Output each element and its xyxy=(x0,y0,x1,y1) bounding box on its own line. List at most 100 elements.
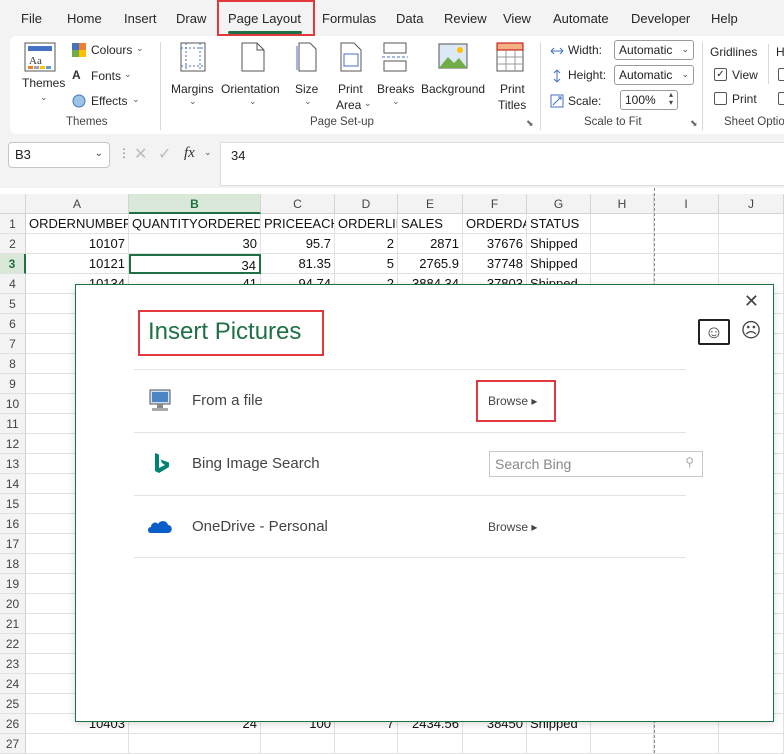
breaks-button[interactable]: Breaks ⌄ xyxy=(376,42,416,112)
row-header-12[interactable]: 12 xyxy=(0,434,26,454)
cell-b1[interactable]: QUANTITYORDERED xyxy=(129,214,261,234)
column-header-c[interactable]: C xyxy=(261,194,335,214)
column-header-b[interactable]: B xyxy=(129,194,261,214)
cell-a27[interactable] xyxy=(26,734,129,754)
row-header-15[interactable]: 15 xyxy=(0,494,26,514)
enter-icon[interactable]: ✓ xyxy=(158,144,171,164)
row-header-24[interactable]: 24 xyxy=(0,674,26,694)
close-button[interactable]: ✕ xyxy=(744,291,759,312)
background-button[interactable]: Background xyxy=(418,42,490,112)
row-header-25[interactable]: 25 xyxy=(0,694,26,714)
cell-i2[interactable] xyxy=(654,234,719,254)
cell-f3[interactable]: 37748 xyxy=(463,254,527,274)
row-header-23[interactable]: 23 xyxy=(0,654,26,674)
fonts-button[interactable]: A Fonts ⌄ xyxy=(72,68,152,86)
cell-f27[interactable] xyxy=(463,734,527,754)
column-header-h[interactable]: H xyxy=(591,194,654,214)
frown-feedback-button[interactable]: ☹ xyxy=(738,319,764,345)
row-header-20[interactable]: 20 xyxy=(0,594,26,614)
tab-data[interactable]: Data xyxy=(396,11,423,26)
cell-j3[interactable] xyxy=(719,254,784,274)
cell-g2[interactable]: Shipped xyxy=(527,234,591,254)
row-header-4[interactable]: 4 xyxy=(0,274,26,294)
tab-draw[interactable]: Draw xyxy=(176,11,206,26)
bing-search-input[interactable]: Search Bing ⚲ xyxy=(489,451,703,477)
colours-button[interactable]: Colours ⌄ xyxy=(72,42,152,60)
cell-e27[interactable] xyxy=(398,734,463,754)
cell-j1[interactable] xyxy=(719,214,784,234)
height-dropdown[interactable]: Automatic ⌄ xyxy=(614,65,694,85)
column-header-g[interactable]: G xyxy=(527,194,591,214)
row-header-21[interactable]: 21 xyxy=(0,614,26,634)
cell-i1[interactable] xyxy=(654,214,719,234)
row-header-5[interactable]: 5 xyxy=(0,294,26,314)
cell-i27[interactable] xyxy=(654,734,719,754)
cell-i3[interactable] xyxy=(654,254,719,274)
size-button[interactable]: Size ⌄ xyxy=(292,42,324,112)
cell-c27[interactable] xyxy=(261,734,335,754)
row-header-3[interactable]: 3 xyxy=(0,254,26,274)
row-header-9[interactable]: 9 xyxy=(0,374,26,394)
themes-button[interactable]: Aa Themes ⌄ xyxy=(22,42,65,106)
cell-j2[interactable] xyxy=(719,234,784,254)
cell-g1[interactable]: STATUS xyxy=(527,214,591,234)
row-header-8[interactable]: 8 xyxy=(0,354,26,374)
cell-a1[interactable]: ORDERNUMBER xyxy=(26,214,129,234)
row-header-1[interactable]: 1 xyxy=(0,214,26,234)
row-header-17[interactable]: 17 xyxy=(0,534,26,554)
cell-f2[interactable]: 37676 xyxy=(463,234,527,254)
row-header-22[interactable]: 22 xyxy=(0,634,26,654)
gridlines-print-checkbox[interactable] xyxy=(714,92,727,105)
row-header-10[interactable]: 10 xyxy=(0,394,26,414)
row-header-26[interactable]: 26 xyxy=(0,714,26,734)
cell-d2[interactable]: 2 xyxy=(335,234,398,254)
scale-launcher-icon[interactable]: ⬊ xyxy=(690,118,698,129)
tab-insert[interactable]: Insert xyxy=(124,11,157,26)
headings-print-checkbox[interactable] xyxy=(778,92,784,105)
cell-c3[interactable]: 81.35 xyxy=(261,254,335,274)
onedrive-browse-button[interactable]: Browse ▸ xyxy=(488,520,537,534)
cell-h27[interactable] xyxy=(591,734,654,754)
cell-h1[interactable] xyxy=(591,214,654,234)
more-options-icon[interactable]: ⋮ xyxy=(118,146,130,160)
scale-spinner[interactable]: 100% ▴ ▾ xyxy=(620,90,678,110)
cell-b2[interactable]: 30 xyxy=(129,234,261,254)
cell-d3[interactable]: 5 xyxy=(335,254,398,274)
row-header-18[interactable]: 18 xyxy=(0,554,26,574)
column-header-a[interactable]: A xyxy=(26,194,129,214)
tab-file[interactable]: File xyxy=(21,11,42,26)
column-header-i[interactable]: I xyxy=(654,194,719,214)
column-header-e[interactable]: E xyxy=(398,194,463,214)
row-header-14[interactable]: 14 xyxy=(0,474,26,494)
cancel-icon[interactable]: ✕ xyxy=(134,144,147,164)
tab-review[interactable]: Review xyxy=(444,11,487,26)
row-header-6[interactable]: 6 xyxy=(0,314,26,334)
margins-button[interactable]: Margins ⌄ xyxy=(170,42,216,112)
cell-h2[interactable] xyxy=(591,234,654,254)
cell-d27[interactable] xyxy=(335,734,398,754)
tab-help[interactable]: Help xyxy=(711,11,738,26)
row-header-11[interactable]: 11 xyxy=(0,414,26,434)
row-header-2[interactable]: 2 xyxy=(0,234,26,254)
print-area-button[interactable]: Print Area ⌄ xyxy=(332,42,374,112)
cell-e2[interactable]: 2871 xyxy=(398,234,463,254)
gridlines-view-checkbox[interactable]: ✓ xyxy=(714,68,727,81)
column-header-j[interactable]: J xyxy=(719,194,784,214)
name-box[interactable]: B3 ⌄ xyxy=(8,142,110,168)
row-header-16[interactable]: 16 xyxy=(0,514,26,534)
row-header-27[interactable]: 27 xyxy=(0,734,26,754)
row-header-13[interactable]: 13 xyxy=(0,454,26,474)
tab-home[interactable]: Home xyxy=(67,11,102,26)
row-header-19[interactable]: 19 xyxy=(0,574,26,594)
cell-e1[interactable]: SALES xyxy=(398,214,463,234)
cell-a3[interactable]: 10121 xyxy=(26,254,129,274)
cell-g3[interactable]: Shipped xyxy=(527,254,591,274)
formula-input[interactable]: 34 xyxy=(220,142,784,186)
cell-h3[interactable] xyxy=(591,254,654,274)
insert-function-button[interactable]: fx xyxy=(184,145,195,162)
cell-a2[interactable]: 10107 xyxy=(26,234,129,254)
tab-formulas[interactable]: Formulas xyxy=(322,11,376,26)
print-titles-button[interactable]: Print Titles xyxy=(494,42,530,112)
column-header-f[interactable]: F xyxy=(463,194,527,214)
orientation-button[interactable]: Orientation ⌄ xyxy=(220,42,286,112)
